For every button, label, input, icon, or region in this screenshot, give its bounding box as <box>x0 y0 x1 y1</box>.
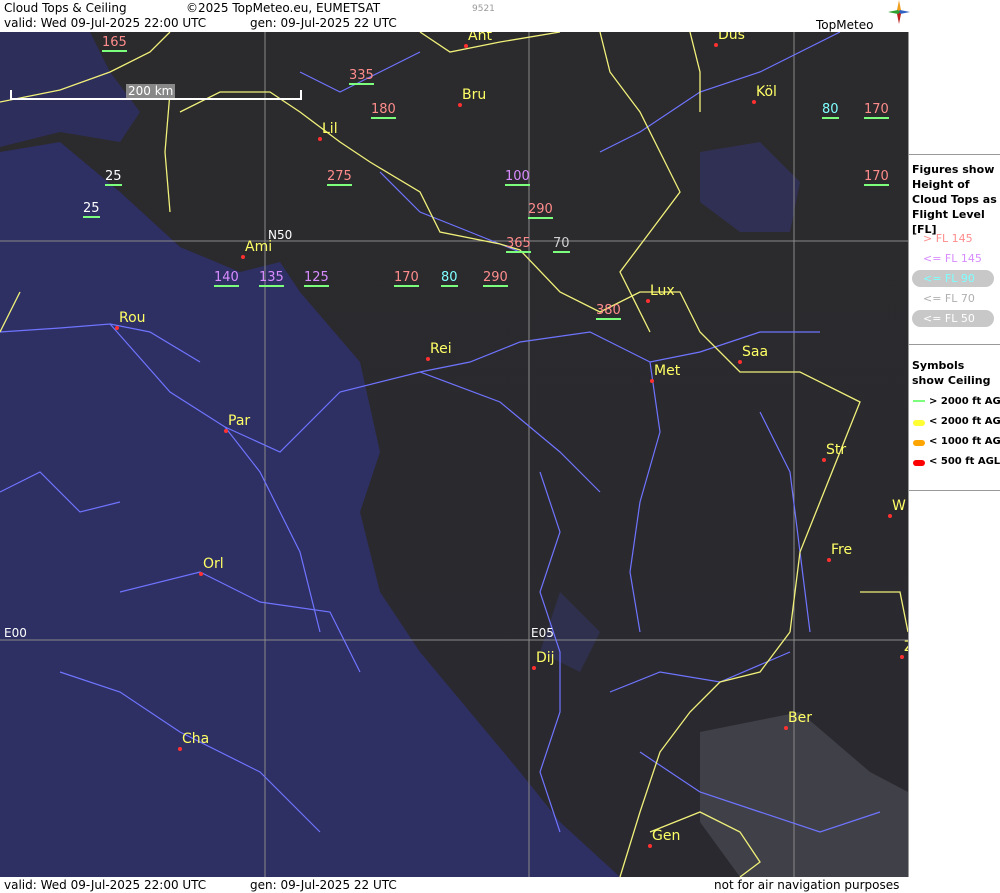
ceiling-legend-item: > 2000 ft AGL <box>929 396 1000 407</box>
header-bar: Cloud Tops & Ceiling ©2025 TopMeteo.eu, … <box>0 0 1000 32</box>
city-label: Fre <box>831 542 853 558</box>
grid-label-lon0: E00 <box>4 626 27 640</box>
city-label: Ant <box>468 32 492 44</box>
city-dot <box>464 44 468 48</box>
city-dot <box>241 255 245 259</box>
city-dot <box>458 103 462 107</box>
city-label: Ami <box>245 239 273 255</box>
fl-legend-item: <= FL 145 <box>923 252 982 265</box>
fl-legend-item: > FL 145 <box>923 232 973 245</box>
cloud-top-label: 170 <box>394 270 419 287</box>
city-label: Ber <box>788 710 812 726</box>
city-dot <box>178 747 182 751</box>
cloud-top-label: 135 <box>259 270 284 287</box>
scale-label: 200 km <box>126 84 176 98</box>
ceiling-legend-item: < 1000 ft AGL <box>929 436 1000 447</box>
satellite-map[interactable]: 200 km N50 E00 E05 Ant Düs Köl Bru Lil Ami Rou… <box>0 32 908 877</box>
city-dot <box>900 655 904 659</box>
footer-bar: valid: Wed 09-Jul-2025 22:00 UTC gen: 09… <box>0 877 1000 893</box>
city-dot <box>318 137 322 141</box>
city-label: Rou <box>119 310 146 326</box>
cloud-top-label: 365 <box>506 236 531 253</box>
footer-gen: gen: 09-Jul-2025 22 UTC <box>250 878 397 892</box>
ceiling-symbol <box>913 420 925 426</box>
city-dot <box>648 844 652 848</box>
cloud-top-label: 335 <box>349 68 374 85</box>
valid-time: valid: Wed 09-Jul-2025 22:00 UTC <box>4 16 207 30</box>
city-dot <box>532 666 536 670</box>
city-dot <box>822 458 826 462</box>
cloud-top-label: 25 <box>105 169 122 186</box>
city-dot <box>752 100 756 104</box>
copyright: ©2025 TopMeteo.eu, EUMETSAT <box>186 1 381 15</box>
cloud-top-label: 70 <box>553 236 570 253</box>
city-label: Orl <box>203 556 224 572</box>
cloud-top-label: 180 <box>371 102 396 119</box>
ceiling-symbol <box>913 400 925 402</box>
city-label: Rei <box>430 341 452 357</box>
footer-valid: valid: Wed 09-Jul-2025 22:00 UTC <box>4 878 207 892</box>
city-label: Lil <box>322 121 338 137</box>
fl-legend-item: <= FL 90 <box>923 272 975 285</box>
city-dot <box>714 43 718 47</box>
city-label: W <box>892 498 906 514</box>
city-dot <box>426 357 430 361</box>
city-dot <box>199 572 203 576</box>
city-label: Dij <box>536 650 555 666</box>
cloud-top-label: 275 <box>327 169 352 186</box>
compass-icon <box>888 0 910 24</box>
cloud-top-label: 125 <box>304 270 329 287</box>
footer-note: not for air navigation purposes <box>714 878 900 892</box>
ceiling-symbol <box>913 460 925 466</box>
city-dot <box>650 379 654 383</box>
city-label: Gen <box>652 828 681 844</box>
city-label: Met <box>654 363 681 379</box>
city-label: Saa <box>742 344 769 360</box>
ceiling-legend-item: < 500 ft AGL <box>929 456 1000 467</box>
cloud-top-label: 290 <box>483 270 508 287</box>
chart-title: Cloud Tops & Ceiling <box>4 1 127 15</box>
image-code: 9521 <box>472 4 495 14</box>
city-label: Cha <box>182 731 210 747</box>
cloud-top-label: 100 <box>505 169 530 186</box>
city-dot <box>115 326 119 330</box>
city-label: Köl <box>756 84 777 100</box>
cloud-top-label: 290 <box>528 202 553 219</box>
city-label: Str <box>826 442 847 458</box>
city-label: Lux <box>650 283 675 299</box>
city-dot <box>738 360 742 364</box>
city-dot <box>224 429 228 433</box>
city-label: Düs <box>718 32 745 43</box>
legend-figures-title: Figures show Height of Cloud Tops as Fli… <box>912 163 997 236</box>
legend-symbols-title: Symbols show Ceiling <box>912 359 991 387</box>
ceiling-legend-item: < 2000 ft AGL <box>929 416 1000 427</box>
cloud-top-label: 140 <box>214 270 239 287</box>
cloud-top-label: 170 <box>864 102 889 119</box>
fl-legend-item: <= FL 70 <box>923 292 975 305</box>
city-dot <box>888 514 892 518</box>
city-dot <box>784 726 788 730</box>
legend-panel: Figures show Height of Cloud Tops as Fli… <box>908 32 1000 877</box>
grid-label-lon5: E05 <box>531 626 554 640</box>
city-dot <box>827 558 831 562</box>
cloud-top-label: 170 <box>864 169 889 186</box>
ceiling-symbol <box>913 440 925 446</box>
cloud-top-label: 80 <box>441 270 458 287</box>
fl-legend-item: <= FL 50 <box>923 312 975 325</box>
cloud-top-label: 25 <box>83 201 100 218</box>
topmeteo-logo: TopMeteo <box>816 18 874 32</box>
cloud-top-label: 165 <box>102 35 127 52</box>
city-label: Par <box>228 413 251 429</box>
cloud-top-label: 380 <box>596 303 621 320</box>
map-layer <box>0 32 908 877</box>
cloud-top-label: 80 <box>822 102 839 119</box>
gen-time: gen: 09-Jul-2025 22 UTC <box>250 16 397 30</box>
city-dot <box>646 299 650 303</box>
city-label: Bru <box>462 87 487 103</box>
